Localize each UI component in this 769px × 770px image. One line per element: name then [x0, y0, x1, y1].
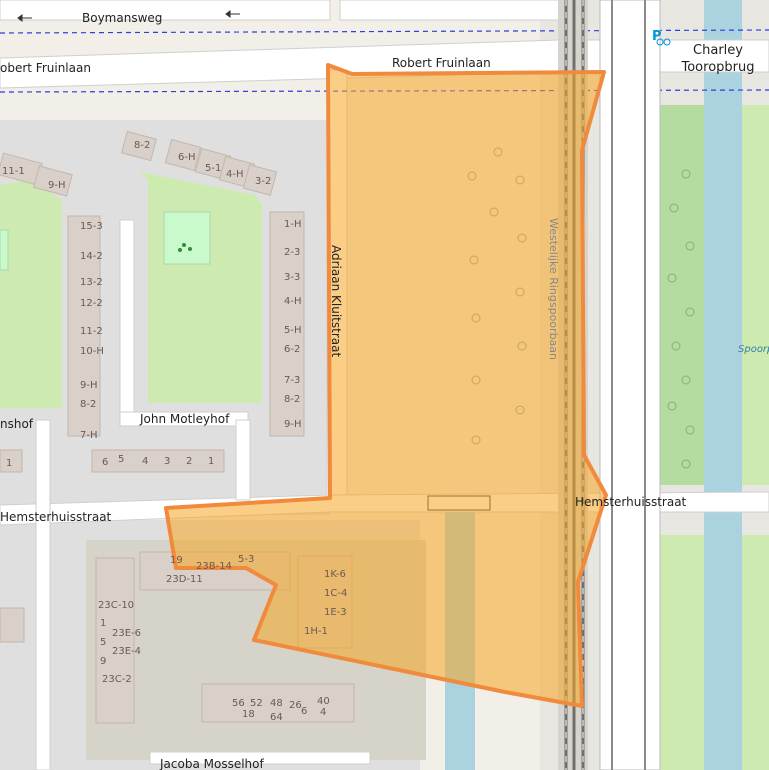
- house-number: 52: [250, 698, 263, 709]
- house-number: 4-H: [226, 169, 244, 180]
- label-hemsterhuisstraat-left: Hemsterhuisstraat: [0, 510, 112, 524]
- house-number: 1: [100, 618, 106, 629]
- house-number: 1H-1: [304, 626, 328, 637]
- house-number: 1-H: [284, 219, 302, 230]
- label-westelijke-ringspoorbaan: Westelijke Ringspoorbaan: [547, 218, 560, 360]
- house-number: 23C-2: [102, 674, 132, 685]
- house-number: 2: [186, 456, 192, 467]
- house-number: 5: [100, 637, 106, 648]
- house-number: 12-2: [80, 298, 103, 309]
- house-number: 9: [100, 656, 106, 667]
- park-playground: [163, 211, 211, 265]
- house-number: 26: [289, 700, 302, 711]
- house-number: 13-2: [80, 277, 103, 288]
- house-number: 1K-6: [324, 569, 346, 580]
- map-svg: P Boymansweg obert Fruinlaan Robert Frui…: [0, 0, 769, 770]
- house-number: 9-H: [80, 380, 98, 391]
- house-number: 5: [118, 454, 124, 465]
- grass-strip-lower: [655, 535, 705, 770]
- label-nshof: nshof: [0, 417, 34, 431]
- house-number: 23C-10: [98, 600, 134, 611]
- road-left-vertical: [35, 419, 51, 770]
- house-number: 8-2: [80, 399, 96, 410]
- house-number: 5-1: [205, 163, 221, 174]
- road-top-right: [339, 0, 561, 21]
- house-number: 48: [270, 698, 283, 709]
- house-number: 1: [208, 456, 214, 467]
- house-number: 23D-11: [166, 574, 203, 585]
- house-number: 5-3: [238, 554, 254, 565]
- label-robert-fruinlaan-left: obert Fruinlaan: [0, 61, 91, 75]
- house-number: 23E-6: [112, 628, 141, 639]
- house-number: 7-3: [284, 375, 300, 386]
- grass-area-left: [0, 180, 62, 408]
- house-number: 1C-4: [324, 588, 347, 599]
- house-number: 11-2: [80, 326, 103, 337]
- house-number: 6: [102, 457, 108, 468]
- house-number: 6: [301, 706, 307, 717]
- label-jacoba-mosselhof: Jacoba Mosselhof: [159, 757, 264, 770]
- house-number: 11-1: [2, 166, 25, 177]
- label-robert-fruinlaan-right: Robert Fruinlaan: [392, 56, 491, 70]
- label-hemsterhuisstraat-right: Hemsterhuisstraat: [575, 495, 687, 509]
- road-boymansweg: [0, 0, 331, 21]
- label-boymansweg: Boymansweg: [82, 11, 162, 25]
- canal-water: [704, 0, 742, 770]
- house-number: 3: [164, 456, 170, 467]
- park-edge: [0, 229, 9, 271]
- house-number: 15-3: [80, 221, 103, 232]
- house-number: 10-H: [80, 346, 104, 357]
- road-motleyhof-vertical: [119, 219, 135, 426]
- house-number: 64: [270, 712, 283, 723]
- label-john-motleyhof: John Motleyhof: [139, 412, 230, 426]
- map-canvas[interactable]: P Boymansweg obert Fruinlaan Robert Frui…: [0, 0, 769, 770]
- house-number: 2-3: [284, 247, 300, 258]
- road-motleyhof-exit: [235, 419, 251, 501]
- grass-strip-lower-right: [742, 535, 769, 770]
- house-number: 19: [170, 555, 183, 566]
- house-number: 5-H: [284, 325, 302, 336]
- house-number: 9-H: [284, 419, 302, 430]
- label-spoor: Spoorp: [738, 344, 769, 355]
- house-number: 40: [317, 696, 330, 707]
- house-number: 3-2: [255, 176, 271, 187]
- house-number: 9-H: [48, 180, 66, 191]
- house-number: 8-2: [284, 394, 300, 405]
- house-number: 4: [142, 456, 148, 467]
- house-number: 7-H: [80, 430, 98, 441]
- grass-area-center: [140, 172, 262, 403]
- house-number: 23B-14: [196, 561, 232, 572]
- label-bridge-line1: Charley: [693, 43, 743, 58]
- house-number: 6-2: [284, 344, 300, 355]
- house-number: 4: [320, 707, 326, 718]
- house-number: 56: [232, 698, 245, 709]
- house-number: 8-2: [134, 140, 150, 151]
- grass-strip-right: [655, 105, 705, 485]
- label-bridge-line2: Tooropbrug: [681, 60, 755, 75]
- house-number: 3-3: [284, 272, 300, 283]
- house-number: 1E-3: [324, 607, 347, 618]
- house-number: 14-2: [80, 251, 103, 262]
- grass-strip-far-right: [742, 105, 769, 485]
- house-number: 23E-4: [112, 646, 141, 657]
- house-number: 6-H: [178, 152, 196, 163]
- label-adriaan-kluitstraat: Adriaan Kluitstraat: [329, 245, 343, 357]
- house-number: 18: [242, 709, 255, 720]
- house-number: 4-H: [284, 296, 302, 307]
- house-number: 1: [6, 458, 12, 469]
